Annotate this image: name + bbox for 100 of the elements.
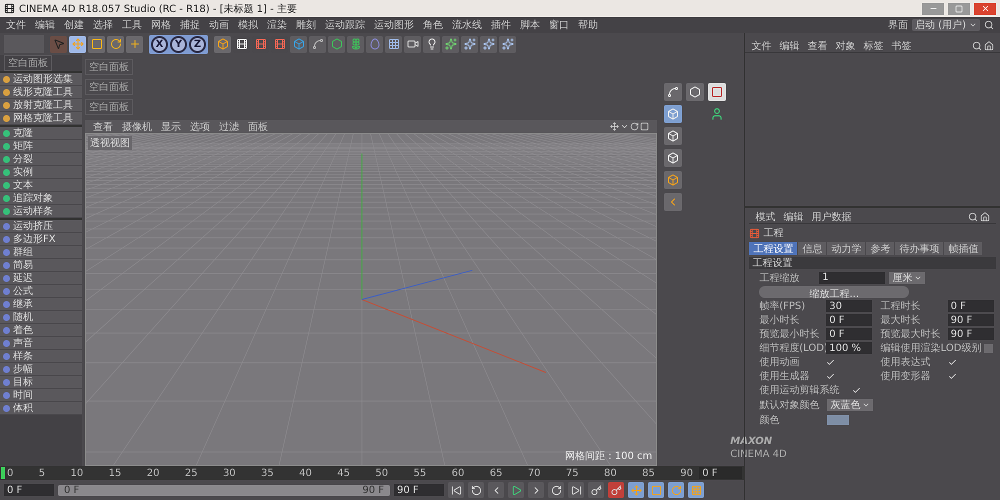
home-icon[interactable] [984, 40, 994, 50]
menu-item[interactable]: 标签 [863, 38, 884, 52]
number-field[interactable]: 0 F [948, 300, 994, 312]
move-icon[interactable] [69, 36, 86, 52]
menu-item[interactable]: 文件 [6, 18, 26, 32]
number-field[interactable]: 100 % [826, 342, 872, 354]
flower-icon[interactable] [347, 36, 364, 52]
step-forward-button[interactable] [528, 482, 544, 498]
menu-item[interactable]: 角色 [423, 18, 443, 32]
grid-icon[interactable] [385, 36, 402, 52]
menu-item[interactable]: 编辑 [779, 38, 800, 52]
checkbox[interactable] [948, 358, 957, 366]
palette-item[interactable]: 着色 [0, 324, 82, 337]
sparkles-icon[interactable] [442, 36, 459, 52]
checkbox[interactable] [984, 344, 993, 352]
rotate-icon[interactable] [107, 36, 124, 52]
axis-button[interactable]: X [151, 36, 168, 52]
menu-item[interactable]: 网格 [151, 18, 171, 32]
play-button[interactable] [508, 482, 524, 498]
menu-item[interactable]: 创建 [64, 18, 84, 32]
sparkles-icon[interactable] [499, 36, 516, 52]
menu-item[interactable]: 用户数据 [811, 210, 852, 224]
menu-item[interactable]: 文件 [751, 38, 772, 52]
sparkles-icon[interactable] [480, 36, 497, 52]
menu-item[interactable]: 摄像机 [122, 120, 152, 134]
palette-item[interactable]: 矩阵 [0, 140, 82, 153]
cube-icon[interactable] [664, 171, 682, 189]
axis-button[interactable]: Z [189, 36, 206, 52]
tab[interactable]: 信息 [798, 242, 826, 255]
menu-item[interactable]: 书签 [891, 38, 912, 52]
menu-item[interactable]: 选择 [93, 18, 113, 32]
menu-item[interactable]: 显示 [161, 120, 181, 134]
frame-range-bar[interactable]: 0 F 90 F [58, 484, 390, 496]
menu-item[interactable]: 模拟 [238, 18, 258, 32]
number-field[interactable]: 90 F [948, 328, 994, 340]
tab[interactable]: 工程设置 [749, 242, 798, 255]
start-frame-field[interactable]: 0 F [4, 484, 54, 496]
scale-project-button[interactable]: 缩放工程... [759, 286, 910, 298]
cube-icon[interactable] [664, 127, 682, 145]
menu-item[interactable]: 脚本 [520, 18, 540, 32]
menu-item[interactable]: 面板 [248, 120, 268, 134]
record-button[interactable] [608, 482, 624, 498]
palette-item[interactable]: 群组 [0, 246, 82, 259]
menu-item[interactable]: 工具 [122, 18, 142, 32]
palette-item[interactable]: 运动样条 [0, 205, 82, 218]
palette-item[interactable]: 分裂 [0, 153, 82, 166]
axis-button[interactable]: Y [170, 36, 187, 52]
skip-start-button[interactable] [448, 482, 464, 498]
cube-icon[interactable] [664, 105, 682, 123]
menu-item[interactable]: 选项 [190, 120, 210, 134]
menu-item[interactable]: 窗口 [549, 18, 569, 32]
palette-item[interactable]: 时间 [0, 389, 82, 402]
menu-item[interactable]: 渲染 [267, 18, 287, 32]
step-back-button[interactable] [488, 482, 504, 498]
menu-item[interactable]: 流水线 [452, 18, 482, 32]
light-icon[interactable] [423, 36, 440, 52]
palette-item[interactable]: 文本 [0, 179, 82, 192]
loop-back-button[interactable] [468, 482, 484, 498]
menu-item[interactable]: 动画 [209, 18, 229, 32]
cube-icon[interactable] [290, 36, 307, 52]
palette-item[interactable]: 运动图形选集 [0, 73, 82, 86]
number-field[interactable]: 30 [826, 300, 872, 312]
palette-item[interactable]: 声音 [0, 337, 82, 350]
menu-item[interactable]: 编辑 [35, 18, 55, 32]
shape-icon[interactable] [664, 83, 682, 101]
number-field[interactable]: 1 [819, 272, 886, 284]
layout-dropdown[interactable]: 启动 (用户) [912, 19, 980, 31]
tab[interactable]: 待办事项 [895, 242, 944, 255]
palette-item[interactable]: 目标 [0, 376, 82, 389]
egg-icon[interactable] [366, 36, 383, 52]
arrow-down-icon[interactable] [620, 122, 630, 131]
frame-field[interactable]: 0 F [699, 467, 742, 479]
menu-item[interactable]: 对象 [835, 38, 856, 52]
menu-item[interactable]: 模式 [755, 210, 776, 224]
loop-button[interactable] [548, 482, 564, 498]
palette-item[interactable]: 样条 [0, 350, 82, 363]
search-icon[interactable] [984, 20, 994, 30]
maximize-icon[interactable] [640, 122, 650, 131]
number-field[interactable]: 0 F [826, 314, 872, 326]
palette-item[interactable]: 公式 [0, 285, 82, 298]
tab[interactable]: 动力学 [827, 242, 866, 255]
tab[interactable]: 参考 [866, 242, 894, 255]
palette-item[interactable]: 简易 [0, 259, 82, 272]
skip-end-button[interactable] [568, 482, 584, 498]
menu-item[interactable]: 查看 [807, 38, 828, 52]
checkbox[interactable] [826, 372, 836, 380]
color-swatch[interactable] [827, 414, 850, 424]
palette-item[interactable]: 克隆 [0, 127, 82, 140]
menu-item[interactable]: 雕刻 [296, 18, 316, 32]
scale-icon[interactable] [88, 36, 105, 52]
palette-item[interactable]: 步幅 [0, 363, 82, 376]
move-icon[interactable] [610, 122, 620, 131]
palette-item[interactable]: 线形克隆工具 [0, 86, 82, 99]
palette-item[interactable]: 实例 [0, 166, 82, 179]
menu-item[interactable]: 帮助 [578, 18, 598, 32]
coordinate-icon[interactable] [214, 36, 231, 52]
playhead-marker[interactable] [1, 467, 5, 479]
unit-dropdown[interactable]: 厘米 [889, 272, 926, 284]
spline-icon[interactable] [309, 36, 326, 52]
number-field[interactable]: 0 F [826, 328, 872, 340]
